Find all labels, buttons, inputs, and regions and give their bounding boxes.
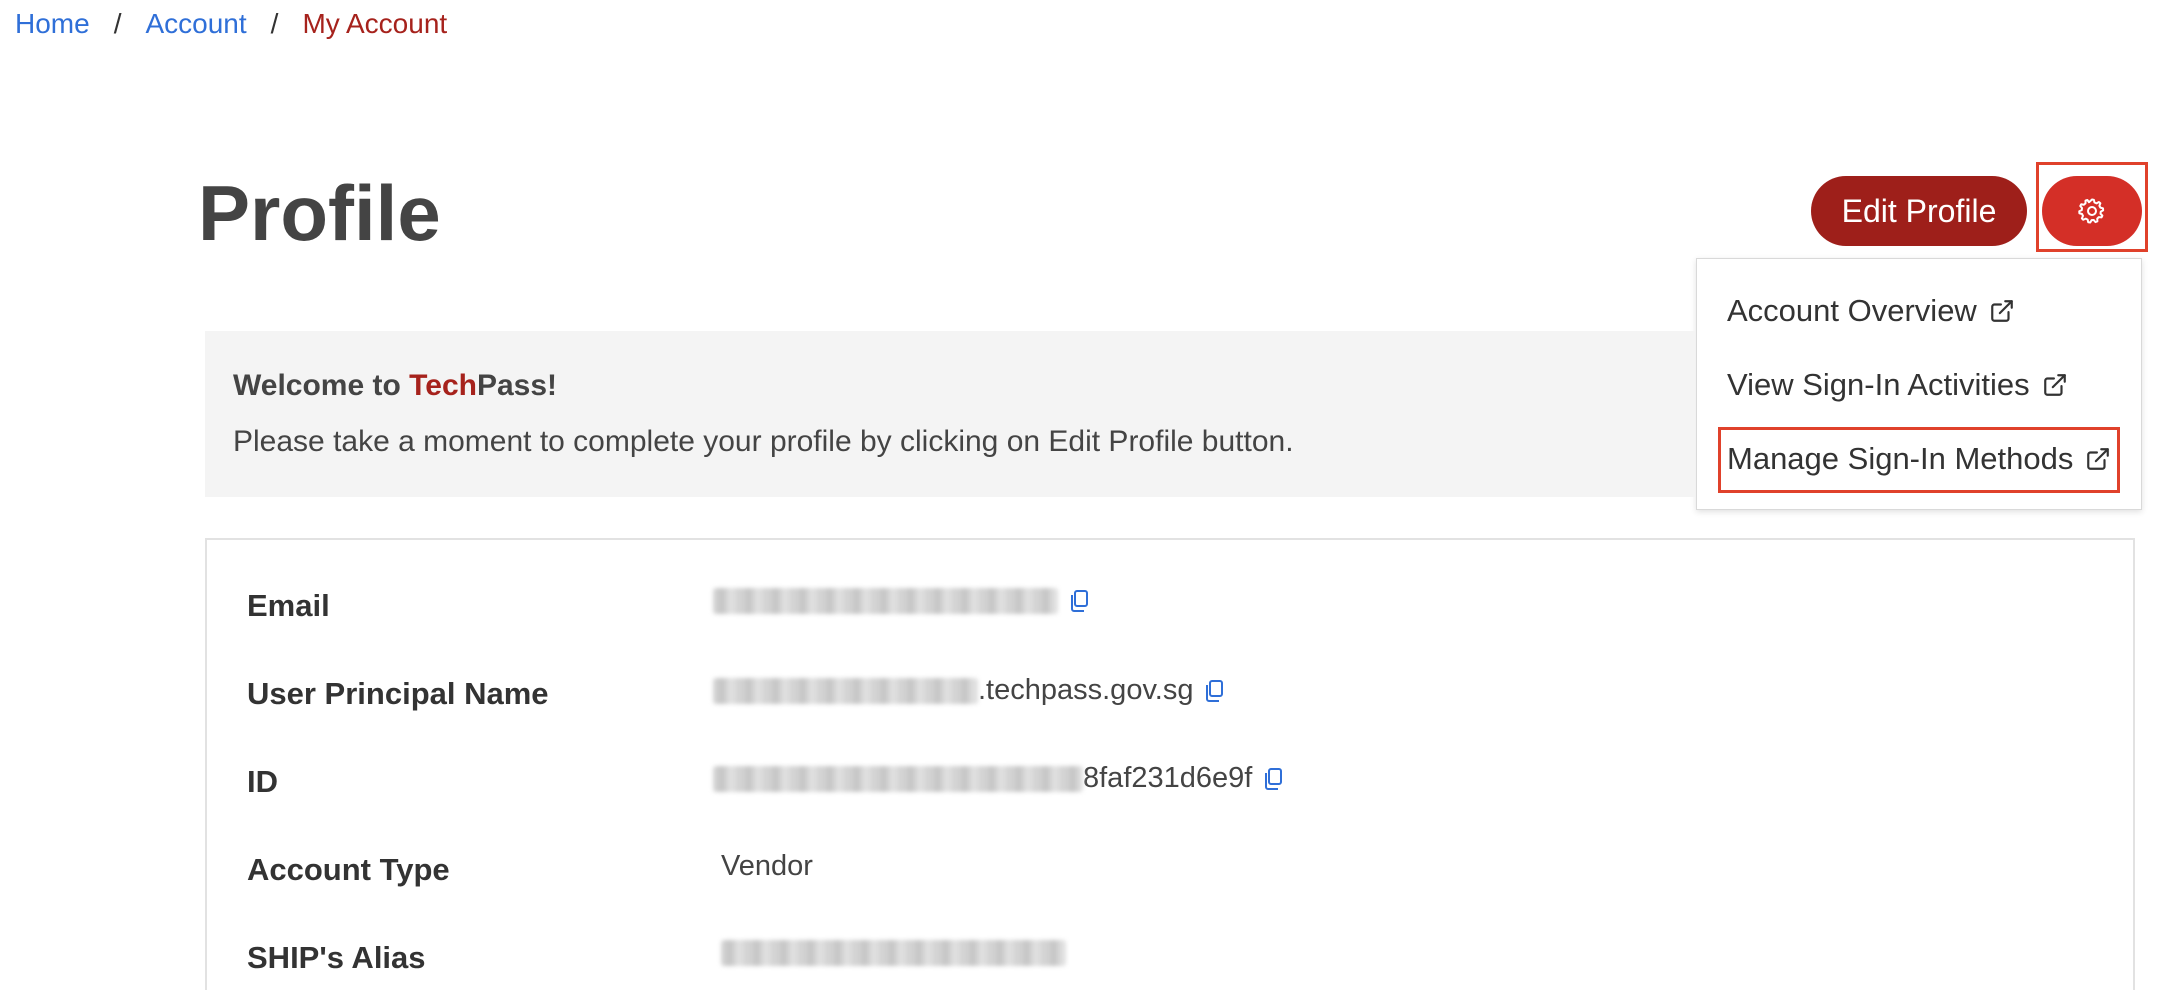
copy-icon[interactable] xyxy=(1262,767,1284,791)
menu-item-account-overview[interactable]: Account Overview xyxy=(1727,293,2015,329)
breadcrumb-separator: / xyxy=(270,8,279,39)
id-value: 8faf231d6e9f xyxy=(713,762,1284,795)
welcome-prefix: Welcome to xyxy=(233,369,410,402)
ship-alias-label: SHIP's Alias xyxy=(247,940,426,975)
brand-rest: Pass! xyxy=(476,369,558,402)
breadcrumb-account-link[interactable]: Account xyxy=(145,8,246,40)
upn-domain: .techpass.gov.sg xyxy=(978,674,1194,706)
account-type-value: Vendor xyxy=(721,850,813,882)
menu-item-highlight xyxy=(1718,427,2120,493)
copy-icon[interactable] xyxy=(1203,679,1225,703)
profile-details-card: Email User Principal Name .techpass.gov.… xyxy=(205,538,2135,990)
email-value xyxy=(713,588,1090,614)
breadcrumb: Home / Account / My Account xyxy=(15,8,447,40)
redacted-text xyxy=(713,677,978,704)
page-title: Profile xyxy=(198,169,441,257)
breadcrumb-separator: / xyxy=(113,8,122,39)
redacted-text xyxy=(713,588,1058,614)
brand-accent: Tech xyxy=(409,369,477,402)
ship-alias-value xyxy=(721,940,1066,966)
page: Home / Account / My Account Profile Edit… xyxy=(0,0,2180,990)
email-label: Email xyxy=(247,588,330,623)
redacted-text xyxy=(713,765,1083,792)
upn-label: User Principal Name xyxy=(247,676,549,711)
id-label: ID xyxy=(247,764,278,799)
gear-icon xyxy=(2077,196,2107,226)
copy-icon[interactable] xyxy=(1068,589,1090,613)
external-link-icon xyxy=(1989,298,2015,324)
settings-button[interactable] xyxy=(2042,176,2142,246)
menu-item-label: View Sign-In Activities xyxy=(1727,367,2030,402)
upn-value: .techpass.gov.sg xyxy=(713,674,1225,707)
edit-profile-button[interactable]: Edit Profile xyxy=(1811,176,2027,246)
menu-item-view-sign-in-activities[interactable]: View Sign-In Activities xyxy=(1727,367,2068,403)
welcome-message: Please take a moment to complete your pr… xyxy=(233,425,1294,458)
breadcrumb-home-link[interactable]: Home xyxy=(15,8,90,40)
welcome-banner: Welcome to TechPass! Please take a momen… xyxy=(205,331,1695,497)
welcome-title: Welcome to TechPass! xyxy=(233,369,557,403)
id-suffix: 8faf231d6e9f xyxy=(1083,762,1253,794)
external-link-icon xyxy=(2042,372,2068,398)
menu-item-label: Account Overview xyxy=(1727,293,1977,328)
redacted-text xyxy=(721,940,1066,966)
account-type-label: Account Type xyxy=(247,852,450,887)
breadcrumb-current: My Account xyxy=(302,8,448,39)
